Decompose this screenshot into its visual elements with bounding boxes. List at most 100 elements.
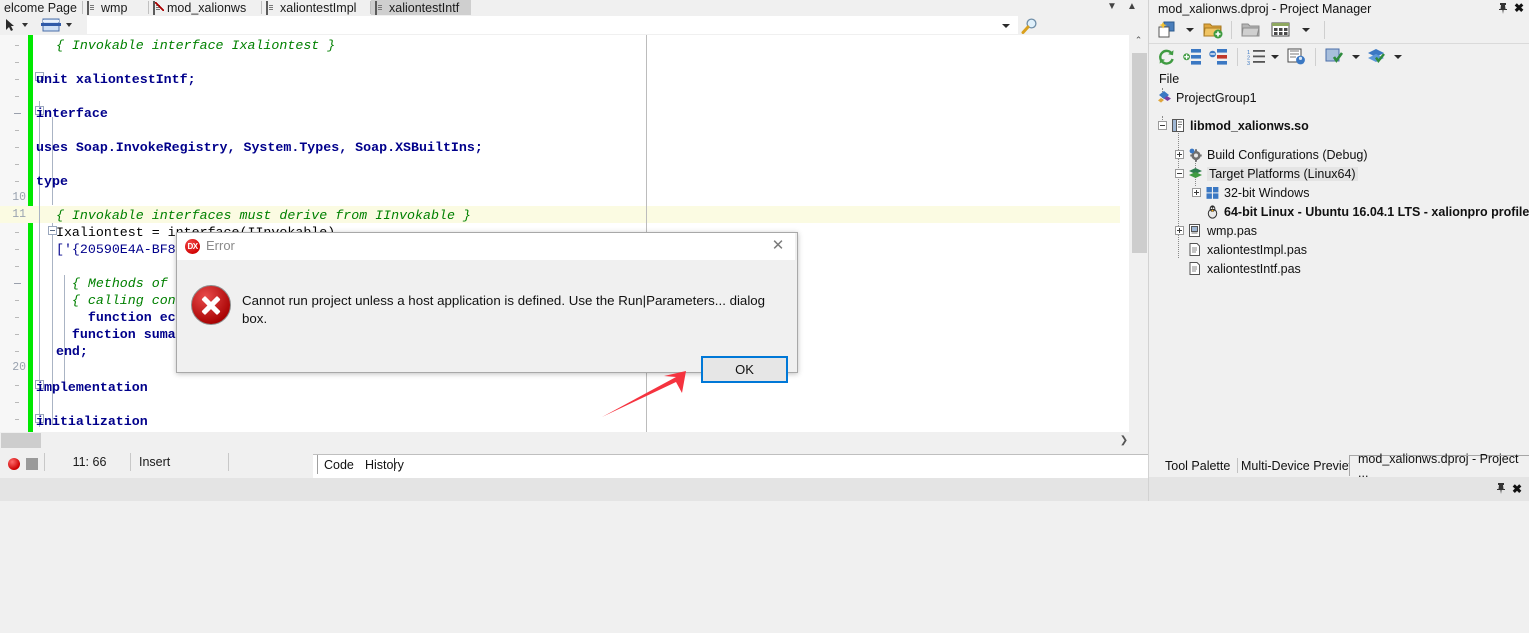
project-group-icon [1157, 90, 1172, 105]
target-platform-icon[interactable] [1325, 48, 1344, 69]
caret-position-indicator: 11: 66 [44, 453, 134, 471]
code-line: initialization [36, 414, 148, 429]
tree-expander[interactable] [1175, 150, 1184, 159]
code-line: { Invokable interfaces must derive from … [40, 208, 471, 223]
tab-multi-device-preview[interactable]: Multi-Device Preview [1233, 455, 1366, 476]
tree-item-xaliontestimpl-pas[interactable]: xaliontestImpl.pas [1188, 240, 1307, 259]
chevron-down-icon[interactable] [1302, 28, 1310, 32]
ok-button[interactable]: OK [701, 356, 788, 383]
build-config-icon[interactable] [1287, 48, 1306, 69]
insert-mode-indicator[interactable]: Insert [130, 453, 230, 471]
pin-icon[interactable] [1496, 483, 1506, 497]
stop-icon[interactable] [26, 458, 38, 470]
editor-tab-xaliontestintf[interactable]: xaliontestIntf [371, 0, 471, 17]
chevron-down-icon[interactable]: ▼ [1107, 2, 1117, 12]
editor-tab-welcome-page[interactable]: elcome Page [0, 0, 83, 15]
tree-item-32bit-windows[interactable]: 32-bit Windows [1205, 183, 1309, 202]
dialog-title-text: Error [206, 238, 235, 253]
chevron-down-icon[interactable] [1186, 28, 1194, 32]
editor-tab-label: xaliontestImpl [280, 0, 357, 15]
tree-item-wmp-pas[interactable]: wmp.pas [1188, 221, 1257, 240]
collapse-all-icon[interactable] [1209, 48, 1228, 69]
text-caret [394, 458, 395, 471]
tree-item-target-platforms[interactable]: Target Platforms (Linux64) [1188, 164, 1358, 183]
chevron-up-icon[interactable]: ▲ [1127, 2, 1137, 12]
close-icon[interactable]: ✖ [1514, 2, 1524, 14]
pin-icon[interactable] [1498, 3, 1508, 14]
tree-expander[interactable] [1175, 169, 1184, 178]
file-icon [1188, 261, 1203, 276]
tab-tool-palette[interactable]: Tool Palette [1157, 455, 1239, 476]
remove-folder-icon[interactable] [1241, 21, 1261, 42]
chevron-down-icon[interactable] [1394, 55, 1402, 59]
editor-tab-label: mod_xalionws [167, 0, 247, 15]
tab-project-manager[interactable]: mod_xalionws.dproj - Project ... [1349, 452, 1529, 480]
tree-item-projectgroup1[interactable]: ProjectGroup1 [1157, 88, 1257, 107]
tab-history[interactable]: History [359, 455, 410, 474]
column-header-label: File [1159, 72, 1180, 86]
horizontal-scroll-thumb[interactable] [1, 433, 41, 448]
unit-icon [266, 1, 277, 17]
code-line: { calling con [40, 293, 176, 308]
editor-tab-bar: elcome Page wmp mod_xalionws xaliontestI… [0, 0, 1148, 17]
tree-expander[interactable] [1158, 121, 1167, 130]
form-layout-icon[interactable] [40, 18, 62, 32]
code-line: ['{20590E4A-BF8 [40, 242, 176, 257]
panel-title-text: mod_xalionws.dproj - Project Manager [1158, 1, 1372, 16]
vertical-scroll-thumb[interactable] [1132, 53, 1147, 253]
tree-column-header: File [1149, 70, 1529, 88]
editor-bottom-strip [0, 478, 1148, 501]
editor-view-tabs: Code History [313, 454, 1148, 479]
dx-error-icon: DX [185, 239, 200, 254]
project-tree[interactable]: ProjectGroup1 libmod_xalionws.so Build C… [1149, 88, 1529, 448]
tree-item-libmod-xalionws[interactable]: libmod_xalionws.so [1171, 116, 1309, 135]
scroll-up-button[interactable]: ⌃ [1129, 35, 1148, 52]
modified-indicator [228, 453, 314, 471]
grid-view-icon[interactable] [1271, 21, 1290, 41]
new-item-icon[interactable] [1157, 21, 1177, 42]
refresh-icon[interactable] [1157, 48, 1176, 69]
expand-all-icon[interactable] [1183, 48, 1202, 69]
chevron-down-icon[interactable] [1352, 55, 1360, 59]
editor-tab-label: xaliontestIntf [389, 0, 460, 15]
error-dialog: DX Error ✕ Cannot run project unless a h… [176, 232, 798, 383]
chevron-down-icon[interactable] [66, 23, 72, 27]
close-icon[interactable]: ✕ [769, 237, 787, 255]
tree-item-label: 64-bit Linux - Ubuntu 16.04.1 LTS - xali… [1224, 204, 1529, 219]
editor-tab-mod-xalionws[interactable]: mod_xalionws [149, 0, 262, 17]
editor-tab-wmp[interactable]: wmp [83, 0, 149, 17]
tree-item-xaliontestintf-pas[interactable]: xaliontestIntf.pas [1188, 259, 1301, 278]
tab-code[interactable]: Code [317, 455, 361, 474]
tab-scroll-controls: ▼ ▲ [1097, 0, 1145, 15]
tree-item-label: libmod_xalionws.so [1190, 118, 1309, 133]
record-icon[interactable] [8, 458, 20, 470]
dialog-title-bar[interactable]: DX Error ✕ [177, 233, 795, 260]
class-navigation-combo[interactable] [87, 16, 1018, 34]
tree-item-label: wmp.pas [1207, 223, 1258, 238]
chevron-down-icon[interactable] [1271, 55, 1279, 59]
close-icon[interactable]: ✖ [1512, 482, 1522, 496]
tree-item-build-configurations[interactable]: Build Configurations (Debug) [1188, 145, 1368, 164]
magnifier-icon[interactable] [1021, 18, 1038, 34]
chevron-down-icon[interactable] [22, 23, 28, 27]
scroll-right-button[interactable]: ❯ [1116, 433, 1132, 449]
editor-vertical-scrollbar[interactable]: ⌃ ⌄ [1129, 35, 1148, 450]
tree-item-label: Target Platforms (Linux64) [1207, 166, 1358, 181]
tree-expander[interactable] [1175, 226, 1184, 235]
code-line: end; [40, 344, 88, 359]
chevron-down-icon[interactable] [1002, 24, 1010, 28]
unit-icon [87, 1, 98, 17]
dialog-body: Cannot run project unless a host applica… [177, 260, 795, 383]
editor-tab-xaliontestimpl[interactable]: xaliontestImpl [262, 0, 371, 17]
tree-item-64bit-linux[interactable]: 64-bit Linux - Ubuntu 16.04.1 LTS - xali… [1205, 202, 1529, 221]
editor-tab-label: wmp [101, 0, 128, 15]
tree-expander[interactable] [1192, 188, 1201, 197]
tree-item-label: ProjectGroup1 [1176, 90, 1257, 105]
layers-icon[interactable] [1367, 48, 1386, 69]
sort-list-icon[interactable]: 1 2 3 [1247, 48, 1266, 69]
editor-horizontal-scrollbar[interactable]: ❯ [0, 432, 1148, 450]
code-line: uses Soap.InvokeRegistry, System.Types, … [36, 140, 483, 155]
navigate-icon[interactable] [2, 18, 17, 32]
add-folder-icon[interactable] [1203, 21, 1223, 42]
unit-icon [1188, 223, 1203, 238]
